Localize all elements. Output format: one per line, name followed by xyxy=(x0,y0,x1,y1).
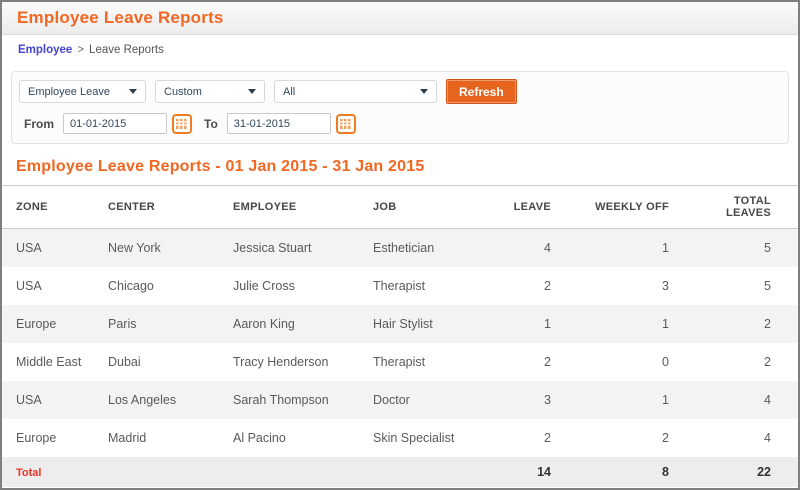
cell-weekly-off: 3 xyxy=(662,279,669,293)
calendar-icon[interactable] xyxy=(172,113,192,134)
report-type-dropdown[interactable]: Employee Leave xyxy=(19,80,146,103)
cell-total-leaves: 5 xyxy=(764,241,771,255)
total-leave: 14 xyxy=(537,465,551,479)
filter-row-dropdowns: Employee Leave Custom All Refresh xyxy=(19,79,781,104)
cell-center: Dubai xyxy=(108,355,141,369)
cell-total-leaves: 2 xyxy=(764,355,771,369)
cell-zone: Europe xyxy=(16,431,57,445)
chevron-down-icon xyxy=(420,89,428,94)
page-title: Employee Leave Reports xyxy=(17,8,224,27)
chevron-down-icon xyxy=(248,89,256,94)
cell-employee: Aaron King xyxy=(233,317,295,331)
cell-total-leaves: 4 xyxy=(764,393,771,407)
report-section-title: Employee Leave Reports - 01 Jan 2015 - 3… xyxy=(16,158,425,175)
cell-leave: 4 xyxy=(544,241,551,255)
breadcrumb-separator: > xyxy=(77,44,85,56)
cell-weekly-off: 1 xyxy=(662,393,669,407)
cell-center: New York xyxy=(108,241,161,255)
table-header-row: ZONE CENTER EMPLOYEE JOB LEAVE WEEKLY OF… xyxy=(2,185,798,229)
cell-center: Madrid xyxy=(108,431,147,445)
scope-selected-value: All xyxy=(283,85,296,98)
filter-panel: Employee Leave Custom All Refresh From 0… xyxy=(11,71,789,144)
cell-weekly-off: 1 xyxy=(662,241,669,255)
cell-employee: Tracy Henderson xyxy=(233,355,329,369)
table-row: Europe Madrid Al Pacino Skin Specialist … xyxy=(2,419,798,457)
cell-zone: USA xyxy=(16,279,42,293)
total-label: Total xyxy=(16,467,42,479)
cell-zone: Europe xyxy=(16,317,57,331)
table-row: Middle East Dubai Tracy Henderson Therap… xyxy=(2,343,798,381)
cell-employee: Jessica Stuart xyxy=(233,241,312,255)
cell-weekly-off: 0 xyxy=(662,355,669,369)
cell-job: Hair Stylist xyxy=(373,317,433,331)
cell-job: Therapist xyxy=(373,355,426,369)
table-row: USA Chicago Julie Cross Therapist 2 3 5 xyxy=(2,267,798,305)
total-weekly-off: 8 xyxy=(662,465,669,479)
breadcrumb-current: Leave Reports xyxy=(89,44,164,56)
table-row: USA New York Jessica Stuart Esthetician … xyxy=(2,228,798,267)
breadcrumb: Employee > Leave Reports xyxy=(2,35,798,62)
cell-zone: USA xyxy=(16,393,42,407)
cell-zone: Middle East xyxy=(16,355,82,369)
report-type-selected-value: Employee Leave xyxy=(28,85,110,98)
to-date-input[interactable] xyxy=(226,113,331,134)
cell-leave: 2 xyxy=(544,279,551,293)
table-total-row: Total 14 8 22 xyxy=(2,457,798,487)
filter-row-dates: From To xyxy=(19,113,781,134)
chevron-down-icon xyxy=(129,89,137,94)
cell-weekly-off: 1 xyxy=(662,317,669,331)
total-total-leaves: 22 xyxy=(757,465,771,479)
cell-job: Therapist xyxy=(373,279,426,293)
cell-total-leaves: 4 xyxy=(764,431,771,445)
breadcrumb-link-employee[interactable]: Employee xyxy=(18,44,72,56)
cell-leave: 3 xyxy=(544,393,551,407)
calendar-icon[interactable] xyxy=(335,113,356,134)
from-date-input[interactable] xyxy=(63,113,167,134)
table-row: Europe Paris Aaron King Hair Stylist 1 1… xyxy=(2,305,798,343)
cell-leave: 2 xyxy=(544,355,551,369)
column-header-leave: LEAVE xyxy=(481,185,579,229)
column-header-center: CENTER xyxy=(94,185,219,229)
date-range-dropdown[interactable]: Custom xyxy=(155,80,265,103)
column-header-job: JOB xyxy=(359,185,481,229)
page-header: Employee Leave Reports xyxy=(2,2,798,35)
to-label: To xyxy=(204,116,218,131)
column-header-employee: EMPLOYEE xyxy=(219,185,359,229)
cell-job: Esthetician xyxy=(373,241,435,255)
cell-total-leaves: 2 xyxy=(764,317,771,331)
cell-leave: 1 xyxy=(544,317,551,331)
employee-leave-reports-window: Employee Leave Reports Employee > Leave … xyxy=(0,0,800,490)
table-row: USA Los Angeles Sarah Thompson Doctor 3 … xyxy=(2,381,798,419)
scope-dropdown[interactable]: All xyxy=(274,80,437,103)
column-header-total-leaves: TOTAL LEAVES xyxy=(697,185,798,229)
cell-zone: USA xyxy=(16,241,42,255)
cell-leave: 2 xyxy=(544,431,551,445)
from-label: From xyxy=(24,116,54,131)
cell-employee: Al Pacino xyxy=(233,431,286,445)
refresh-button[interactable]: Refresh xyxy=(446,79,517,104)
cell-employee: Julie Cross xyxy=(233,279,295,293)
column-header-weekly-off: WEEKLY OFF xyxy=(579,185,697,229)
leave-report-table: ZONE CENTER EMPLOYEE JOB LEAVE WEEKLY OF… xyxy=(2,185,798,487)
cell-total-leaves: 5 xyxy=(764,279,771,293)
cell-job: Doctor xyxy=(373,393,410,407)
date-range-selected-value: Custom xyxy=(164,85,202,98)
cell-employee: Sarah Thompson xyxy=(233,393,329,407)
cell-weekly-off: 2 xyxy=(662,431,669,445)
cell-center: Los Angeles xyxy=(108,393,177,407)
column-header-zone: ZONE xyxy=(2,185,94,229)
cell-center: Paris xyxy=(108,317,137,331)
cell-job: Skin Specialist xyxy=(373,431,455,445)
cell-center: Chicago xyxy=(108,279,154,293)
